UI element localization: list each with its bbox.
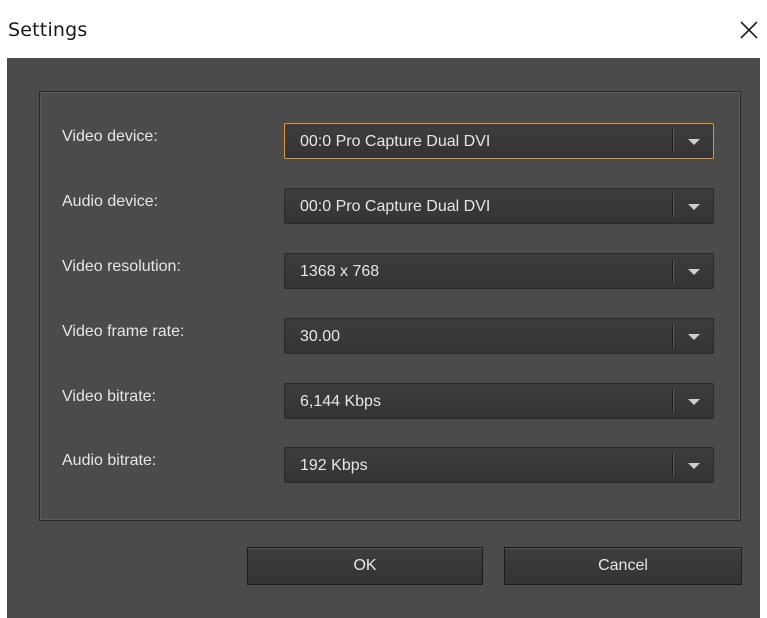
dropdown-separator xyxy=(672,389,673,413)
video-resolution-row: Video resolution: 1368 x 768 xyxy=(40,249,740,289)
video-bitrate-label: Video bitrate: xyxy=(62,388,156,405)
audio-bitrate-row: Audio bitrate: 192 Kbps xyxy=(40,443,740,483)
video-device-row: Video device: 00:0 Pro Capture Dual DVI xyxy=(40,119,740,159)
video-bitrate-row: Video bitrate: 6,144 Kbps xyxy=(40,379,740,419)
audio-device-row: Audio device: 00:0 Pro Capture Dual DVI xyxy=(40,184,740,224)
video-frame-rate-value: 30.00 xyxy=(300,328,341,345)
video-device-label: Video device: xyxy=(62,128,158,145)
video-bitrate-value: 6,144 Kbps xyxy=(300,393,381,410)
audio-bitrate-value: 192 Kbps xyxy=(300,457,368,474)
video-frame-rate-label: Video frame rate: xyxy=(62,323,185,340)
chevron-down-icon[interactable] xyxy=(688,463,700,469)
chevron-down-icon[interactable] xyxy=(688,399,700,405)
video-resolution-value: 1368 x 768 xyxy=(300,263,380,280)
dropdown-separator xyxy=(672,259,673,283)
audio-device-value: 00:0 Pro Capture Dual DVI xyxy=(300,198,491,215)
settings-panel: Video device: 00:0 Pro Capture Dual DVI … xyxy=(39,91,741,521)
audio-bitrate-label: Audio bitrate: xyxy=(62,452,157,469)
dropdown-separator xyxy=(672,129,673,153)
video-device-value: 00:0 Pro Capture Dual DVI xyxy=(300,133,491,150)
video-bitrate-select[interactable]: 6,144 Kbps xyxy=(284,383,714,419)
video-frame-rate-select[interactable]: 30.00 xyxy=(284,318,714,354)
dialog-content: Video device: 00:0 Pro Capture Dual DVI … xyxy=(7,58,760,618)
close-icon xyxy=(740,21,758,39)
chevron-down-icon[interactable] xyxy=(688,139,700,145)
settings-dialog: Settings Video device: 00:0 Pro Capture … xyxy=(0,0,767,618)
audio-bitrate-select[interactable]: 192 Kbps xyxy=(284,447,714,483)
audio-device-select[interactable]: 00:0 Pro Capture Dual DVI xyxy=(284,188,714,224)
video-resolution-label: Video resolution: xyxy=(62,258,181,275)
chevron-down-icon[interactable] xyxy=(688,334,700,340)
ok-button[interactable]: OK xyxy=(247,547,483,585)
close-button[interactable] xyxy=(735,16,763,44)
dialog-title: Settings xyxy=(8,19,88,41)
dropdown-separator xyxy=(672,453,673,477)
audio-device-label: Audio device: xyxy=(62,193,159,210)
chevron-down-icon[interactable] xyxy=(688,269,700,275)
dropdown-separator xyxy=(672,194,673,218)
video-resolution-select[interactable]: 1368 x 768 xyxy=(284,253,714,289)
cancel-button[interactable]: Cancel xyxy=(504,547,742,585)
video-device-select[interactable]: 00:0 Pro Capture Dual DVI xyxy=(284,123,714,159)
title-bar: Settings xyxy=(0,0,767,58)
chevron-down-icon[interactable] xyxy=(688,204,700,210)
video-frame-rate-row: Video frame rate: 30.00 xyxy=(40,314,740,354)
dropdown-separator xyxy=(672,324,673,348)
